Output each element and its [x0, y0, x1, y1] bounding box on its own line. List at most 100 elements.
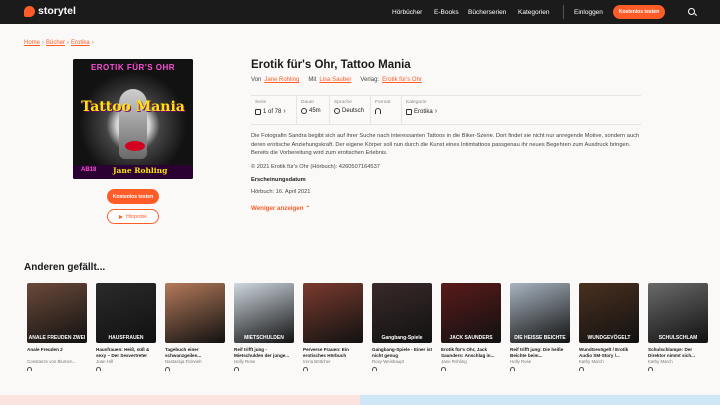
globe-icon: [334, 108, 340, 114]
breadcrumb: Home › Bücher › Erotika ›: [24, 40, 94, 46]
meta-language: Sprache Deutsch: [330, 96, 371, 124]
meta-format: Format: [371, 96, 402, 124]
headphones-icon: [579, 367, 584, 371]
breadcrumb-home[interactable]: Home: [24, 40, 40, 46]
headphones-icon: [441, 367, 446, 371]
recommendation-cover[interactable]: Gangbang-Spiele: [372, 283, 432, 343]
headphones-icon: [234, 367, 239, 371]
storytel-logo[interactable]: storytel: [24, 5, 76, 17]
recommendation-cover-caption: JACK SAUNDERS: [449, 335, 493, 341]
meta-duration: Dauer 45m: [297, 96, 330, 124]
recommendation-title[interactable]: Perverse Frauen: Ein erotisches Hörbuch: [303, 347, 365, 358]
footer-band-left: [0, 395, 360, 405]
nav-audiobooks[interactable]: Hörbücher: [392, 0, 422, 24]
author-link[interactable]: Jane Rohling: [264, 77, 299, 83]
nav-categories[interactable]: Kategorien: [518, 0, 549, 24]
recommendation-cover[interactable]: JACK SAUNDERS: [441, 283, 501, 343]
recommendation-author: Holly Rose: [510, 359, 532, 364]
headphones-icon: [372, 367, 377, 371]
recommendation-cover[interactable]: MIETSCHULDEN: [234, 283, 294, 343]
clock-icon: [301, 108, 307, 114]
sample-button[interactable]: Hörprobe: [107, 209, 159, 224]
headphones-icon: [375, 108, 381, 114]
login-link[interactable]: Einloggen: [574, 0, 603, 24]
play-icon: [119, 214, 124, 219]
search-icon[interactable]: [688, 8, 695, 15]
headphones-icon: [510, 367, 515, 371]
headphones-icon: [303, 367, 308, 371]
recommendation-cover-caption: DIE HEISSE BEICHTE: [514, 335, 566, 341]
recommendation-author: Nastassja Fickvieh: [165, 359, 202, 364]
meta-series[interactable]: Serie 1 of 78 ›: [251, 96, 297, 124]
cover-series-text: EROTIK FÜR'S OHR: [90, 63, 176, 72]
chevron-up-icon: ⌃: [305, 205, 311, 212]
recommendation-title[interactable]: Anale Freuden 2: [27, 347, 89, 358]
breadcrumb-erotika[interactable]: Erotika: [71, 40, 90, 46]
nav-ebooks[interactable]: E-Books: [434, 0, 459, 24]
breadcrumb-books[interactable]: Bücher: [46, 40, 65, 46]
nav-series[interactable]: Bücherserien: [468, 0, 506, 24]
recommendation-cover-caption: WUNDGEVÖGELT: [587, 335, 631, 341]
recommendation-title[interactable]: Erotik für's Ohr, Jack Saunders: Anschla…: [441, 347, 503, 358]
headphones-icon: [165, 367, 170, 371]
recommendation-title[interactable]: Reif trifft jung - Mietschulden der jung…: [234, 347, 296, 358]
recommendation-title[interactable]: Tagebuch einer schwanzgeilen...: [165, 347, 227, 358]
release-date: Hörbuch: 16. April 2021: [251, 189, 311, 195]
free-trial-button-top[interactable]: Kostenlos testen: [613, 5, 665, 19]
recommendation-cover[interactable]: ANALE FREUDEN ZWEI: [27, 283, 87, 343]
show-less-link[interactable]: Weniger anzeigen ⌃: [251, 205, 310, 212]
recommendation-card[interactable]: Perverse Frauen: Ein erotisches Hörbuch I…: [303, 283, 368, 375]
recommendation-card[interactable]: Tagebuch einer schwanzgeilen... Nastassja…: [165, 283, 230, 375]
recommendations-shelf: ANALE FREUDEN ZWEI Anale Freuden 2 Constan…: [24, 283, 720, 375]
recommendation-cover[interactable]: [303, 283, 363, 343]
recommendation-author: Irena Böttcher: [303, 359, 331, 364]
recommendation-card[interactable]: SCHULSCHLAM Schulschlampe: Der Direktor n…: [648, 283, 713, 375]
book-title: Erotik für's Ohr, Tattoo Mania: [251, 59, 411, 71]
recommendation-cover[interactable]: SCHULSCHLAM: [648, 283, 708, 343]
recommendation-card[interactable]: HAUSFRAUEN Hausfrauen: Heiß, süß & sexy –…: [96, 283, 161, 375]
recommendation-cover-caption: MIETSCHULDEN: [244, 335, 284, 341]
recommendation-cover[interactable]: DIE HEISSE BEICHTE: [510, 283, 570, 343]
storytel-logo-icon: [24, 5, 35, 17]
recommendation-author: Jane Rohling: [441, 359, 467, 364]
meta-category[interactable]: Kategorie Erotika ›: [402, 96, 450, 124]
book-description: Die Fotografin Sandra begibt sich auf ih…: [251, 133, 640, 156]
cover-title: Tattoo Mania: [81, 99, 185, 115]
recommendation-author: Joan Hill: [96, 359, 113, 364]
recommendation-author: Kathy March: [648, 359, 673, 364]
recommendation-cover-caption: SCHULSCHLAM: [658, 335, 698, 341]
recommendation-cover[interactable]: WUNDGEVÖGELT: [579, 283, 639, 343]
headphones-icon: [27, 367, 32, 371]
page-content: Home › Bücher › Erotika › EROTIK FÜR'S OHR …: [0, 24, 720, 395]
recommendation-card[interactable]: JACK SAUNDERS Erotik für's Ohr, Jack Saun…: [441, 283, 506, 375]
recommendation-cover[interactable]: [165, 283, 225, 343]
narrator-link[interactable]: Lisa Sauber: [319, 77, 351, 83]
book-byline: Von Jane Rohling Mit Lisa Sauber Verlag:…: [251, 77, 422, 83]
recommendation-card[interactable]: WUNDGEVÖGELT WundGevögelt / Erotik Audio …: [579, 283, 644, 375]
recommendation-title[interactable]: Gangbang-Spiele - Einer ist nicht genug: [372, 347, 434, 358]
recommendation-author: Holly Rose: [234, 359, 256, 364]
cover-lips: [125, 141, 145, 151]
cover-age-rating: AB18: [81, 167, 97, 173]
publisher-link[interactable]: Erotik für's Ohr: [382, 77, 422, 83]
recommendation-title[interactable]: Schulschlampe: Der Direktor nimmt sich..…: [648, 347, 710, 358]
recommendation-title[interactable]: WundGevögelt / Erotik Audio SM-Story /..…: [579, 347, 641, 358]
release-date-heading: Erscheinungsdatum: [251, 177, 306, 183]
recommendations-heading: Anderen gefällt...: [24, 262, 106, 273]
recommendation-card[interactable]: ANALE FREUDEN ZWEI Anale Freuden 2 Constan…: [27, 283, 92, 375]
recommendation-title[interactable]: Reif trifft jung: Die heiße Beichte beim…: [510, 347, 572, 358]
recommendation-author: Roxy Weishaupt: [372, 359, 404, 364]
book-meta-row: Serie 1 of 78 › Dauer 45m Sprache Deutsch…: [251, 95, 641, 125]
top-navigation-bar: storytel Hörbücher E-Books Bücherserien …: [0, 0, 720, 24]
recommendation-card[interactable]: DIE HEISSE BEICHTE Reif trifft jung: Die …: [510, 283, 575, 375]
recommendation-title[interactable]: Hausfrauen: Heiß, süß & sexy – Der Sexve…: [96, 347, 158, 358]
sample-label: Hörprobe: [126, 213, 147, 220]
free-trial-button[interactable]: Kostenlos testen: [107, 189, 159, 204]
recommendation-card[interactable]: MIETSCHULDEN Reif trifft jung - Mietschul…: [234, 283, 299, 375]
headphones-icon: [96, 367, 101, 371]
cover-author: Jane Rohling: [113, 166, 168, 175]
recommendation-author: Kathy March: [579, 359, 604, 364]
recommendation-cover[interactable]: HAUSFRAUEN: [96, 283, 156, 343]
recommendation-card[interactable]: Gangbang-Spiele Gangbang-Spiele - Einer i…: [372, 283, 437, 375]
recommendation-author: Constanze von Blumen...: [27, 359, 77, 364]
